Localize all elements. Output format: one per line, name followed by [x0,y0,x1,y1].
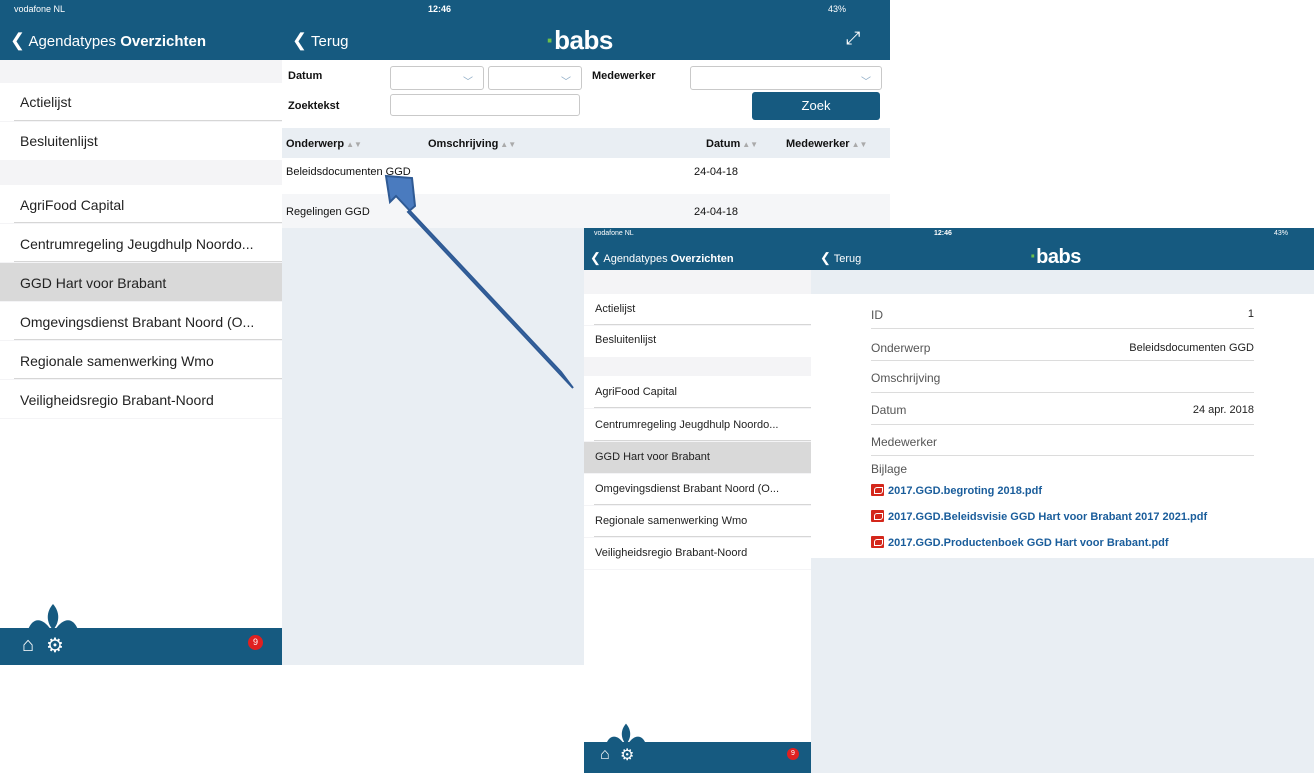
detail-row-onderwerp: Onderwerp Beleidsdocumenten GGD [871,330,1254,361]
status-time: 12:46 [428,4,452,14]
sidebar: Actielijst Besluitenlijst AgriFood Capit… [0,60,282,665]
bottom-bar-2 [584,742,811,773]
status-battery: 43% [1274,230,1289,237]
home-icon[interactable]: ⌂ [600,746,610,764]
medewerker-filter-label: Medewerker [592,70,656,82]
col-omschrijving[interactable]: Omschrijving ▲▼ [428,138,516,150]
attachment-link[interactable]: 2017.GGD.Productenboek GGD Hart voor Bra… [871,536,1169,549]
list-item-agrifood[interactable]: AgriFood Capital [584,376,811,408]
datum-to-select[interactable]: ﹀ [488,66,582,90]
list-item-actielijst[interactable]: Actielijst [584,294,811,325]
detail-row-medewerker: Medewerker [871,426,1254,456]
chevron-left-icon: ❮ [820,250,831,265]
sidebar-2: Actielijst Besluitenlijst AgriFood Capit… [584,270,811,742]
status-carrier: vodafone NL [14,4,66,14]
medewerker-select[interactable]: ﹀ [690,66,882,90]
list-item-ggd[interactable]: GGD Hart voor Brabant [0,263,282,301]
babs-logo: ·babs [1030,246,1081,268]
status-time: 12:46 [934,230,952,237]
datum-from-select[interactable]: ﹀ [390,66,484,90]
zoektekst-label: Zoektekst [288,100,340,112]
zoek-button[interactable]: Zoek [752,92,880,120]
chevron-down-icon: ﹀ [561,77,571,88]
list-item-veiligheidsregio[interactable]: Veiligheidsregio Brabant-Noord [0,380,282,418]
lotus-logo-icon [606,723,646,745]
list-item-omgevingsdienst[interactable]: Omgevingsdienst Brabant Noord (O... [0,302,282,340]
col-datum[interactable]: Datum ▲▼ [706,138,758,150]
list-item-jeugdhulp[interactable]: Centrumregeling Jeugdhulp Noordo... [0,224,282,262]
list-filler [584,570,811,742]
pdf-icon [871,536,884,548]
status-battery: 43% [828,4,847,14]
list-item-jeugdhulp[interactable]: Centrumregeling Jeugdhulp Noordo... [584,409,811,441]
detail-row-datum: Datum 24 apr. 2018 [871,394,1254,425]
terug-label: Terug [311,33,349,50]
notification-badge[interactable]: 9 [787,748,799,760]
status-carrier: vodafone NL [594,230,634,237]
pdf-icon [871,484,884,496]
terug-button[interactable]: ❮ Terug [292,30,349,51]
annotation-arrow [384,174,574,389]
detail-card: ID 1 Onderwerp Beleidsdocumenten GGD Oms… [811,294,1314,558]
chevron-down-icon: ﹀ [463,77,473,88]
detail-row-omschrijving: Omschrijving [871,362,1254,393]
bijlage-label: Bijlage [871,462,908,476]
babs-logo: ·babs [546,25,613,55]
filter-area: Datum ﹀ ﹀ Medewerker ﹀ Zoektekst Zoek [282,60,890,128]
chevron-left-icon: ❮ [10,30,26,50]
chevron-left-icon: ❮ [590,250,601,265]
top-bar: vodafone NL 12:46 43% ❮ Agendatypes Over… [0,0,890,60]
chevron-down-icon: ﹀ [861,77,871,88]
list-item-wmo[interactable]: Regionale samenwerking Wmo [0,341,282,379]
back-label: Agendatypes [28,33,117,50]
zoektekst-input[interactable] [390,94,580,116]
list-item-agrifood[interactable]: AgriFood Capital [0,185,282,223]
datum-filter-label: Datum [288,70,323,82]
row-datum: 24-04-18 [694,166,739,178]
col-medewerker[interactable]: Medewerker ▲▼ [786,138,867,150]
list-item-besluitenlijst[interactable]: Besluitenlijst [584,326,811,357]
screenshot-detail: vodafone NL 12:46 43% ❮ Agendatypes Over… [584,228,1314,773]
terug-button[interactable]: ❮ Terug [820,250,861,266]
pdf-icon [871,510,884,522]
list-item-actielijst[interactable]: Actielijst [0,83,282,121]
bottom-bar [0,628,282,665]
col-onderwerp[interactable]: Onderwerp ▲▼ [286,138,362,150]
list-item-ggd[interactable]: GGD Hart voor Brabant [584,442,811,473]
sort-icon: ▲▼ [346,140,362,149]
notification-icon[interactable]: 9 [244,633,264,653]
list-item-omgevingsdienst[interactable]: Omgevingsdienst Brabant Noord (O... [584,474,811,505]
expand-icon[interactable]: ⤢ [846,28,860,49]
detail-row-id: ID 1 [871,294,1254,329]
notification-badge: 9 [248,635,263,650]
settings-gear-icon[interactable]: ⚙ [620,745,634,765]
table-header: Onderwerp ▲▼ Omschrijving ▲▼ Datum ▲▼ Medew… [282,128,890,158]
back-button[interactable]: ❮ Agendatypes Overzichten [590,250,734,266]
list-item-wmo[interactable]: Regionale samenwerking Wmo [584,506,811,537]
sort-icon: ▲▼ [742,140,759,149]
settings-gear-icon[interactable]: ⚙ [46,633,64,658]
attachment-link[interactable]: 2017.GGD.Beleidsvisie GGD Hart voor Brab… [871,510,1207,523]
nav-title: Overzichten [120,33,207,50]
list-item-veiligheidsregio[interactable]: Veiligheidsregio Brabant-Noord [584,538,811,569]
sort-icon: ▲▼ [500,140,517,149]
top-bar-2: vodafone NL 12:46 43% ❮ Agendatypes Over… [584,228,1314,270]
home-icon[interactable]: ⌂ [22,634,34,657]
attachment-link[interactable]: 2017.GGD.begroting 2018.pdf [871,484,1042,497]
back-button[interactable]: ❮ Agendatypes Overzichten [10,30,206,51]
lotus-logo-icon [28,604,78,630]
chevron-left-icon: ❮ [292,30,308,50]
sort-icon: ▲▼ [851,140,868,149]
row-datum: 24-04-18 [694,206,739,218]
list-item-besluitenlijst[interactable]: Besluitenlijst [0,122,282,160]
row-onderwerp: Regelingen GGD [286,206,370,218]
